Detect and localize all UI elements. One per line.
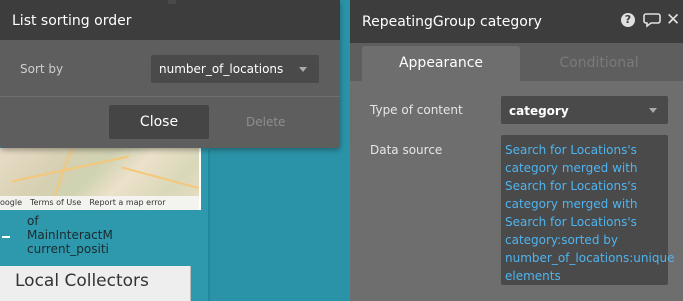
data-source-label: Data source — [370, 143, 443, 157]
map-report-link[interactable]: Report a map error — [89, 198, 165, 207]
local-collectors-label: Local Collectors — [15, 271, 149, 291]
map-terms-link[interactable]: Terms of Use — [30, 198, 81, 207]
sort-by-dropdown[interactable]: number_of_locations — [151, 55, 319, 83]
close-icon[interactable]: ✕ — [666, 10, 680, 30]
map-attribution: oogle — [0, 198, 23, 207]
type-of-content-dropdown[interactable]: category — [501, 96, 668, 124]
tab-label: Appearance — [398, 55, 484, 71]
close-button[interactable]: Close — [109, 105, 209, 139]
popup-notch — [168, 0, 176, 4]
dash-marker — [2, 236, 10, 238]
help-icon[interactable]: ? — [621, 13, 635, 27]
popup-header[interactable]: List sorting order — [0, 0, 340, 40]
property-editor-title: RepeatingGroup category — [362, 14, 542, 30]
sort-by-value: number_of_locations — [159, 62, 284, 76]
tab-conditional[interactable]: Conditional — [520, 46, 678, 81]
comment-icon[interactable] — [643, 12, 661, 28]
tab-label: Conditional — [559, 55, 639, 71]
data-source-expression[interactable]: Search for Locations's category merged w… — [501, 135, 675, 285]
delete-button[interactable]: Delete — [246, 115, 285, 129]
property-editor: RepeatingGroup category ? ✕ Appearance C… — [350, 0, 683, 301]
close-button-label: Close — [139, 114, 179, 130]
map-road — [11, 155, 129, 183]
type-of-content-value: category — [509, 104, 569, 118]
list-sorting-popup: List sorting order Sort by number_of_loc… — [0, 0, 340, 148]
text-element[interactable]: of MainInteractM current_positi — [27, 214, 113, 256]
map-border — [199, 148, 201, 210]
chevron-down-icon — [299, 67, 307, 72]
tab-appearance[interactable]: Appearance — [362, 46, 520, 81]
data-source-value: Search for Locations's category merged w… — [505, 143, 675, 283]
type-of-content-label: Type of content — [370, 103, 463, 117]
property-editor-header[interactable]: RepeatingGroup category ? ✕ — [350, 0, 683, 43]
canvas-divider — [208, 150, 210, 301]
divider — [0, 96, 340, 97]
popup-title: List sorting order — [12, 13, 132, 29]
chevron-down-icon — [649, 108, 657, 113]
map-road — [121, 166, 200, 192]
map-footer: oogle Terms of Use Report a map error — [0, 196, 200, 210]
sort-by-label: Sort by — [20, 62, 64, 76]
